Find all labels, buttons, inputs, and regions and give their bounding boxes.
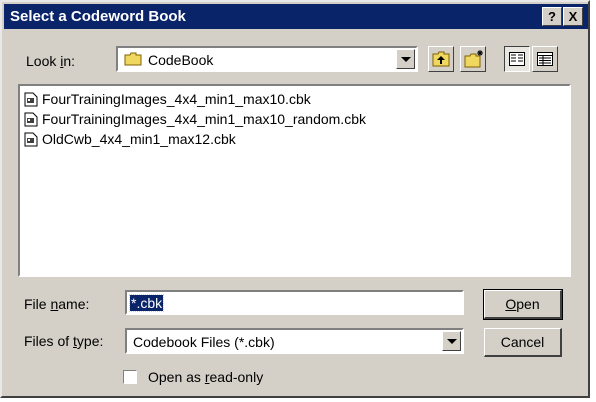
new-folder-icon (464, 50, 484, 71)
file-type-label: Files of type: (24, 333, 104, 349)
file-list[interactable]: FourTrainingImages_4x4_min1_max10.cbk Fo… (18, 84, 571, 277)
file-name-value: *.cbk (128, 294, 165, 312)
read-only-checkbox[interactable] (123, 370, 137, 384)
file-type-value: Codebook Files (*.cbk) (133, 334, 275, 350)
cbk-file-icon (24, 132, 38, 147)
details-view-button[interactable] (532, 46, 558, 72)
look-in-value: CodeBook (148, 52, 214, 68)
file-type-dropdown-button[interactable] (442, 331, 461, 351)
file-item-name: FourTrainingImages_4x4_min1_max10.cbk (42, 91, 311, 107)
create-new-folder-button[interactable] (460, 46, 486, 72)
file-name-label: File name: (24, 296, 90, 312)
file-item-name: OldCwb_4x4_min1_max12.cbk (42, 131, 236, 147)
cbk-file-icon (24, 92, 38, 107)
file-item[interactable]: OldCwb_4x4_min1_max12.cbk (24, 129, 236, 149)
cancel-button[interactable]: Cancel (484, 328, 562, 357)
cbk-file-icon (24, 112, 38, 127)
window-title: Select a Codeword Book (10, 8, 186, 25)
file-item-name: FourTrainingImages_4x4_min1_max10_random… (42, 111, 366, 127)
file-item[interactable]: FourTrainingImages_4x4_min1_max10_random… (24, 109, 366, 129)
details-view-icon (537, 52, 553, 69)
look-in-combo[interactable]: CodeBook (116, 46, 418, 72)
file-type-combo[interactable]: Codebook Files (*.cbk) (125, 328, 464, 354)
close-button[interactable]: X (563, 7, 583, 26)
up-folder-icon (432, 51, 450, 70)
help-button[interactable]: ? (542, 7, 562, 26)
look-in-dropdown-button[interactable] (396, 49, 415, 69)
up-one-level-button[interactable] (428, 46, 454, 72)
open-button[interactable]: Open (483, 289, 563, 320)
look-in-label: Look in: (26, 53, 76, 69)
file-name-input[interactable]: *.cbk (125, 290, 464, 315)
read-only-label[interactable]: Open as read-only (148, 369, 263, 385)
codeword-book-dialog: Select a Codeword Book ? X Look in: Code… (0, 0, 590, 398)
folder-icon (124, 52, 142, 69)
title-bar[interactable]: Select a Codeword Book ? X (4, 4, 588, 29)
file-item[interactable]: FourTrainingImages_4x4_min1_max10.cbk (24, 89, 311, 109)
list-view-icon (509, 52, 525, 69)
list-view-button[interactable] (504, 46, 530, 72)
